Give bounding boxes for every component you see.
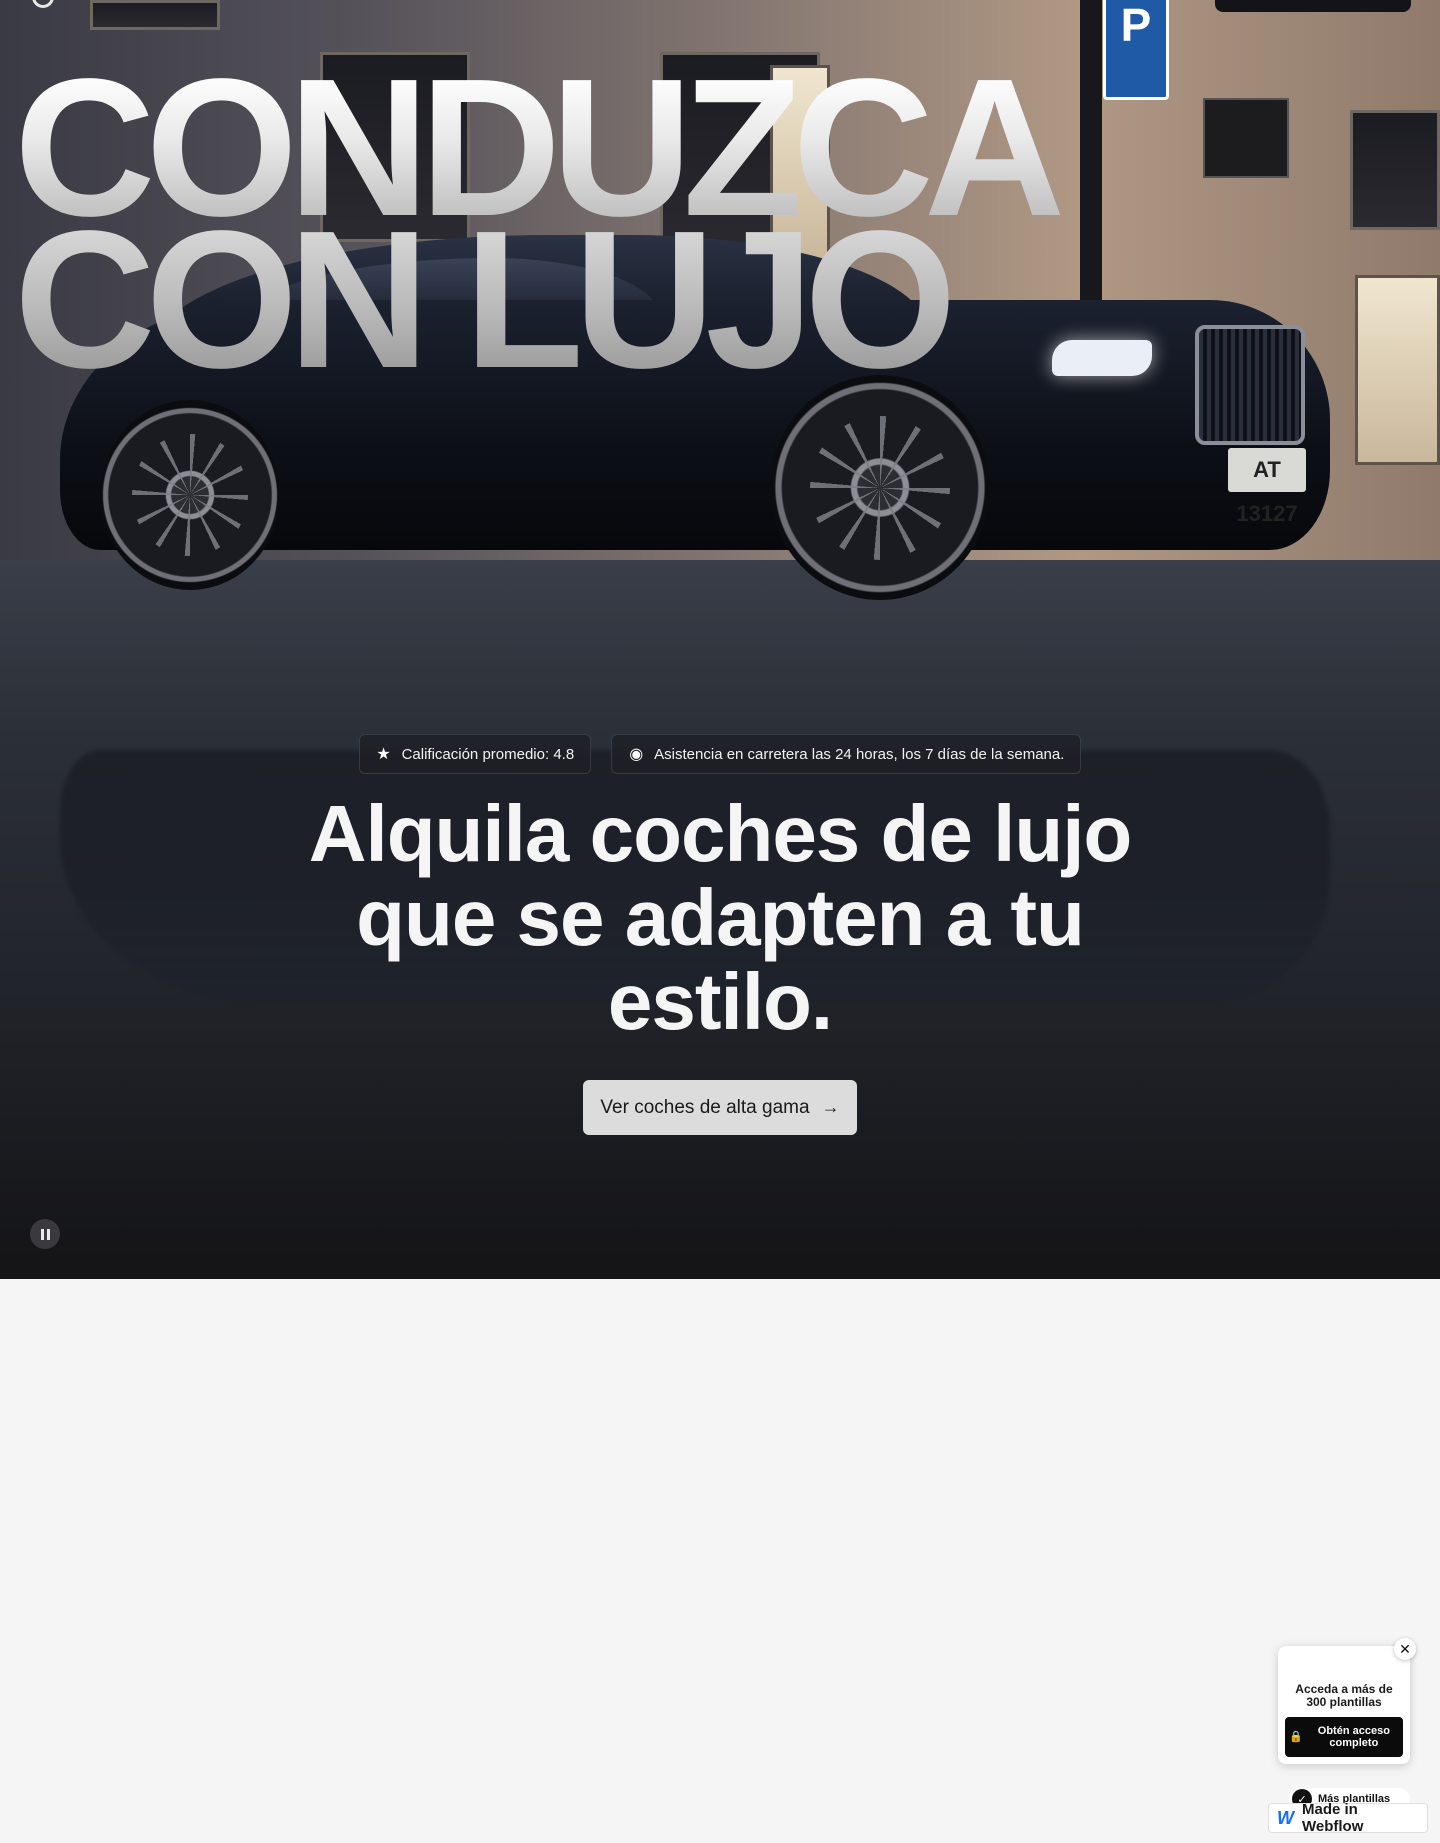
hero-heading: Alquila coches de lujo que se adapten a … bbox=[0, 792, 1440, 1044]
nav-button[interactable] bbox=[1215, 0, 1411, 12]
made-in-webflow-badge[interactable]: W Made in Webflow bbox=[1268, 1801, 1428, 1835]
support-icon: ◉ bbox=[629, 746, 644, 763]
webflow-badge-label: Made in Webflow bbox=[1302, 1801, 1364, 1835]
close-icon[interactable]: ✕ bbox=[1394, 1638, 1416, 1660]
hero-heading-line: Alquila coches de lujo bbox=[308, 789, 1133, 878]
hero-big-title: CONDUZCA CON LUJO bbox=[14, 50, 1114, 398]
license-plate: AT 13127 bbox=[1228, 448, 1306, 526]
rating-badge: ★ Calificación promedio: 4.8 bbox=[358, 734, 592, 774]
support-badge-label: Asistencia en carretera las 24 horas, lo… bbox=[654, 745, 1065, 763]
rating-badge-label: Calificación promedio: 4.8 bbox=[401, 745, 575, 763]
webflow-logo-icon: W bbox=[1277, 1807, 1294, 1828]
hero-heading-line: que se adapten a tu bbox=[356, 873, 1085, 962]
pause-icon bbox=[40, 1228, 44, 1240]
hero-badges: ★ Calificación promedio: 4.8 ◉ Asistenci… bbox=[0, 734, 1440, 774]
get-full-access-button[interactable]: 🔒 Obtén acceso completo bbox=[1285, 1717, 1403, 1757]
street-sign bbox=[1203, 98, 1289, 178]
arrow-right-icon: → bbox=[821, 1097, 840, 1117]
promo-title: Acceda a más de 300 plantillas bbox=[1295, 1682, 1393, 1709]
pause-video-button[interactable] bbox=[30, 1219, 60, 1249]
hero-heading-line: estilo. bbox=[607, 957, 833, 1046]
view-luxury-cars-button[interactable]: Ver coches de alta gama → bbox=[583, 1080, 857, 1135]
templates-promo-card: Acceda a más de 300 plantillas 🔒 Obtén a… bbox=[1278, 1646, 1410, 1764]
get-full-access-label: Obtén acceso completo bbox=[1317, 1725, 1390, 1749]
hero-section: P AT 13127 CONDUZCA CON LUJO ★ Calificac… bbox=[0, 0, 1440, 1279]
cta-label: Ver coches de alta gama bbox=[600, 1096, 810, 1118]
support-badge: ◉ Asistencia en carretera las 24 horas, … bbox=[611, 734, 1082, 774]
star-icon: ★ bbox=[376, 746, 391, 763]
lock-icon: 🔒 bbox=[1289, 1731, 1303, 1743]
